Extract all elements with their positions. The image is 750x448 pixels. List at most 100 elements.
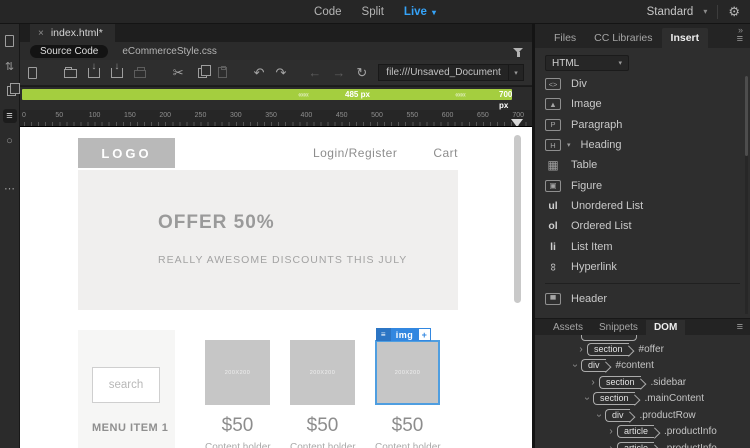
url-field[interactable]: file:///Unsaved_Document ▾ [378, 64, 524, 81]
chevron-collapsed-icon[interactable]: › [587, 377, 599, 388]
view-mode-code[interactable]: Code [314, 6, 342, 18]
refresh-icon[interactable]: ↻ [356, 66, 367, 79]
insert-item-ordered-list[interactable]: ol Ordered List [545, 216, 750, 236]
chevron-collapsed-icon[interactable]: › [605, 426, 617, 437]
url-dropdown-icon[interactable]: ▾ [507, 65, 523, 80]
toolbar-options-icon[interactable]: ⋯ [3, 181, 17, 195]
chevron-collapsed-icon[interactable]: › [575, 344, 587, 355]
insert-item-heading[interactable]: H ▾ Heading [545, 135, 750, 155]
ruler-tick-label: 400 [300, 112, 313, 119]
dom-node-productRow[interactable]: › div .productRow [535, 407, 750, 424]
tab-snippets[interactable]: Snippets [591, 320, 646, 335]
sync-settings-gear-icon[interactable]: ⚙ [728, 4, 740, 20]
insert-item-unordered-list[interactable]: ul Unordered List [545, 196, 750, 216]
breakpoint-label[interactable]: 485 px [345, 89, 370, 100]
chevron-down-icon[interactable]: ▾ [567, 141, 571, 149]
insert-item-list-item[interactable]: li List Item [545, 236, 750, 256]
product-caption: Content holder [290, 442, 356, 448]
related-file-ecommercestyle-css[interactable]: eCommerceStyle.css [122, 46, 216, 57]
format-menu-icon[interactable]: ≡ [2, 109, 17, 123]
hyperlink-icon: ∞ [547, 262, 559, 271]
dom-node-mainContent[interactable]: › section .mainContent [535, 391, 750, 408]
tab-files[interactable]: Files [545, 28, 585, 48]
insert-item-figure[interactable]: ▣ Figure [545, 175, 750, 195]
chevron-expanded-icon[interactable]: › [570, 360, 581, 372]
tab-assets[interactable]: Assets [545, 320, 591, 335]
open-file-icon[interactable] [63, 67, 77, 78]
dom-node-productInfo[interactable]: ›article .productInfo [535, 424, 750, 441]
insert-item-div[interactable]: <> Div [545, 74, 750, 94]
insert-item-paragraph[interactable]: P Paragraph [545, 115, 750, 135]
img-tag-label[interactable]: img [391, 328, 418, 341]
chevron-expanded-icon[interactable]: › [582, 393, 593, 405]
panel-menu-icon[interactable]: ≡ [737, 33, 743, 45]
open-documents-icon[interactable] [3, 34, 17, 48]
workspace-caret-icon[interactable]: ▾ [703, 7, 707, 16]
document-tab[interactable]: × index.html* [30, 24, 115, 42]
dom-node-content[interactable]: › div #content [535, 358, 750, 375]
panel-scrollbar[interactable] [745, 76, 748, 314]
tab-cc-libraries[interactable]: CC Libraries [585, 28, 661, 48]
search-input[interactable] [92, 367, 160, 403]
panel-tab-bar: Files CC Libraries Insert» ≡ [535, 24, 750, 48]
undo-icon[interactable]: ↶ [254, 66, 265, 79]
breakpoint-chevrons-icon: ‹‹‹‹‹‹ [298, 90, 309, 99]
offer-section: OFFER 50% REALLY AWESOME DISCOUNTS THIS … [78, 170, 458, 310]
insert-item-label: Unordered List [571, 199, 644, 212]
close-tab-icon[interactable]: × [38, 28, 44, 39]
logo-placeholder[interactable]: LOGO [78, 138, 175, 168]
dom-node-productInfo[interactable]: ›article .productInfo [535, 440, 750, 448]
dom-panel-menu-icon[interactable]: ≡ [737, 321, 743, 333]
filter-funnel-icon[interactable] [513, 48, 523, 57]
element-tag-flag[interactable]: ≡ img + [376, 328, 431, 341]
element-menu-icon[interactable]: ≡ [376, 328, 391, 341]
insert-item-label: Image [571, 98, 602, 111]
login-register-link[interactable]: Login/Register [313, 146, 397, 160]
chevron-expanded-icon[interactable]: › [594, 409, 605, 421]
code-snippet-icon[interactable] [3, 83, 20, 98]
dom-node-offer[interactable]: › section #offer [535, 341, 750, 358]
ruler-tick-label: 0 [22, 112, 26, 119]
save-all-icon[interactable] [110, 62, 123, 78]
file-sync-icon[interactable]: ⇅ [3, 59, 17, 73]
chevron-collapsed-icon[interactable]: › [605, 443, 617, 448]
canvas-scrollbar-thumb[interactable] [514, 135, 521, 303]
menu-item-label[interactable]: MENU ITEM 1 [92, 422, 168, 434]
chevron-down-icon[interactable]: ▾ [432, 8, 436, 17]
visual-media-query-bar[interactable]: ‹‹‹‹‹‹ 485 px ‹‹‹‹‹‹ 700 px [22, 89, 512, 110]
dom-node-name: .mainContent [644, 393, 705, 405]
workspace-switcher[interactable]: Standard [647, 6, 694, 18]
insert-item-label: List Item [571, 240, 613, 253]
redo-icon[interactable]: ↷ [275, 66, 286, 79]
related-file-source-code[interactable]: Source Code [30, 44, 109, 58]
code-navigator-icon[interactable]: ○ [3, 134, 17, 148]
new-file-icon[interactable] [28, 66, 37, 79]
insert-item-header[interactable]: ▀ Header [545, 289, 750, 309]
tab-insert[interactable]: Insert [661, 28, 709, 48]
insert-item-image[interactable]: ▲ Image [545, 94, 750, 114]
cut-icon[interactable]: ✂ [173, 66, 184, 79]
view-mode-split[interactable]: Split [362, 6, 384, 18]
product-image-placeholder[interactable]: 200X200 [290, 340, 355, 405]
add-element-button[interactable]: + [418, 328, 431, 341]
insert-category-value: HTML [552, 57, 580, 69]
url-text: file:///Unsaved_Document [386, 67, 501, 78]
insert-item-label: Heading [580, 139, 622, 152]
insert-category-dropdown[interactable]: HTML ▾ [545, 55, 629, 71]
live-view-canvas: LOGO Login/Register Cart OFFER 50% REALL… [20, 127, 532, 448]
ruler-drag-handle[interactable] [511, 119, 523, 126]
product-image-placeholder[interactable]: 200X200 ≡ img + [375, 328, 440, 405]
insert-item-table[interactable]: ▦ Table [545, 155, 750, 175]
copy-icon[interactable] [195, 64, 211, 78]
view-mode-live[interactable]: Live ▾ [404, 6, 436, 18]
product-image-placeholder[interactable]: 200X200 [205, 340, 270, 405]
breakpoint-label[interactable]: 700 px [499, 89, 512, 111]
save-icon[interactable] [87, 62, 100, 78]
dom-node-sidebar[interactable]: › section .sidebar [535, 374, 750, 391]
tab-dom[interactable]: DOM [645, 319, 686, 335]
insert-item-hyperlink[interactable]: ∞ Hyperlink [545, 257, 750, 277]
ruler-tick-label: 100 [88, 112, 101, 119]
cart-link[interactable]: Cart [433, 146, 458, 160]
forward-icon: → [332, 65, 346, 80]
view-mode-switcher: Code Split Live ▾ [314, 6, 436, 18]
